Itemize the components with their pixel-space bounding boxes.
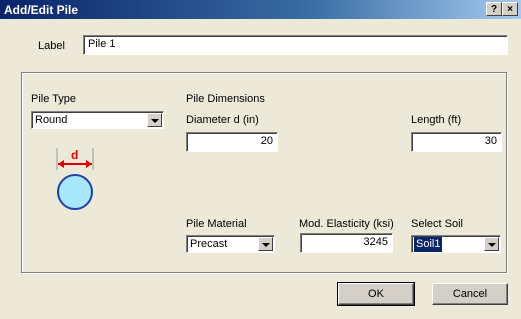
chevron-down-icon[interactable] xyxy=(147,113,162,127)
label-field-label: Label xyxy=(38,40,65,52)
close-button[interactable]: × xyxy=(502,2,518,16)
pile-material-select[interactable]: Precast xyxy=(186,235,275,253)
title-bar: Add/Edit Pile ? × xyxy=(0,0,521,19)
ok-button[interactable]: OK xyxy=(337,282,415,306)
pile-material-value: Precast xyxy=(190,238,228,250)
pile-type-label: Pile Type xyxy=(31,93,77,105)
pile-type-select[interactable]: Round xyxy=(31,111,164,129)
chevron-down-icon[interactable] xyxy=(484,237,499,251)
cancel-button[interactable]: Cancel xyxy=(432,283,508,305)
mod-elasticity-input[interactable]: 3245 xyxy=(300,233,393,253)
diameter-input[interactable]: 20 xyxy=(186,132,278,152)
pile-cross-section-icon xyxy=(57,174,93,210)
length-label: Length (ft) xyxy=(411,114,462,126)
pile-type-value: Round xyxy=(35,114,68,126)
select-soil-select[interactable]: Soil1 xyxy=(411,235,501,253)
diameter-label: Diameter d (in) xyxy=(186,114,259,126)
add-edit-pile-dialog: Add/Edit Pile ? × Label Pile 1 Pile Type… xyxy=(0,0,521,319)
pile-material-label: Pile Material xyxy=(186,218,247,230)
label-input[interactable]: Pile 1 xyxy=(83,35,508,55)
diameter-symbol: d xyxy=(71,148,79,162)
mod-elasticity-label: Mod. Elasticity (ksi) xyxy=(299,218,394,230)
select-soil-label: Select Soil xyxy=(411,218,463,230)
chevron-down-icon[interactable] xyxy=(258,237,273,251)
length-input[interactable]: 30 xyxy=(411,132,502,152)
dialog-title: Add/Edit Pile xyxy=(4,3,79,17)
select-soil-value: Soil1 xyxy=(414,237,443,252)
pile-dimensions-heading: Pile Dimensions xyxy=(186,93,265,105)
help-button[interactable]: ? xyxy=(486,2,502,16)
